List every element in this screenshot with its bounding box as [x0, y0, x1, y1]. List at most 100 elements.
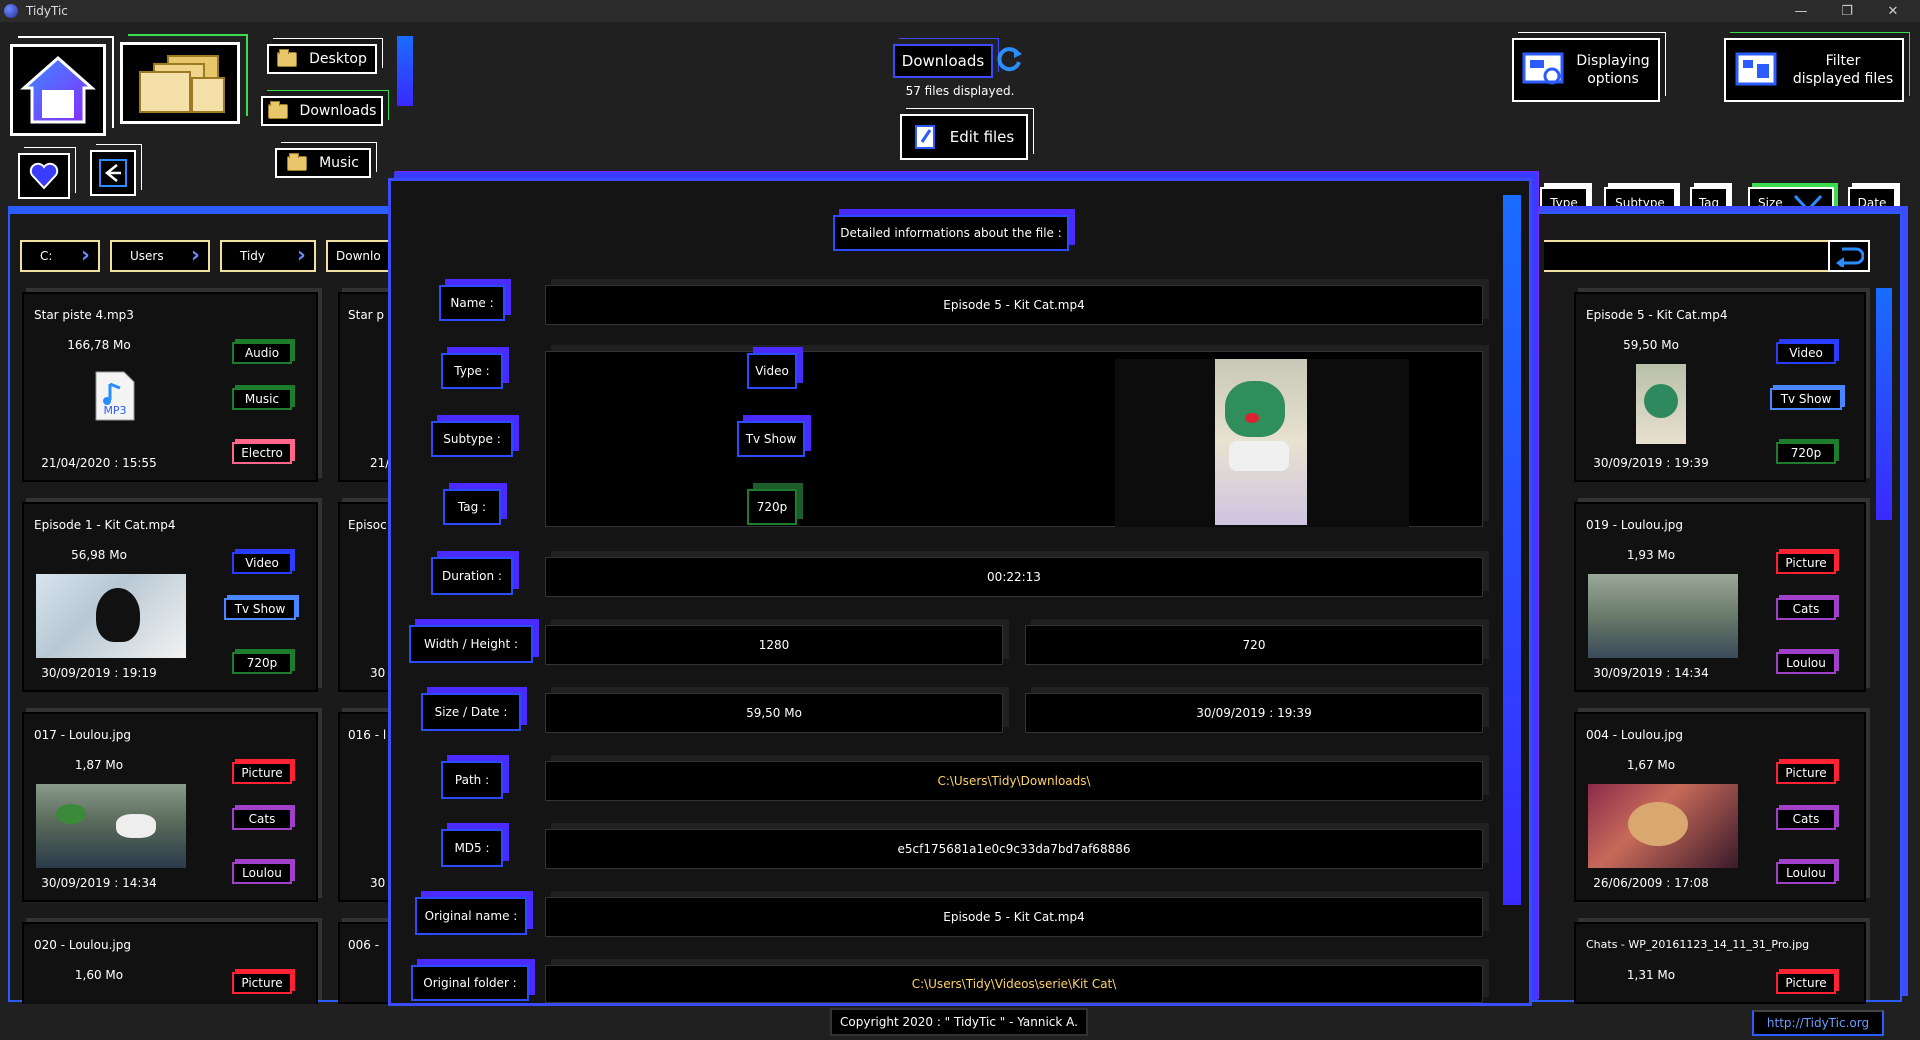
tag-button[interactable]: Video [232, 552, 292, 574]
nav-scrollbar[interactable] [397, 36, 413, 106]
file-card[interactable]: Episode 1 - Kit Cat.mp4 56,98 Mo 30/09/2… [22, 502, 318, 692]
tag-button[interactable]: Picture [232, 762, 292, 784]
value-path[interactable]: C:\Users\Tidy\Downloads\ [545, 761, 1483, 801]
tag-button[interactable]: Electro [232, 442, 292, 464]
displaying-options-button[interactable]: Displaying options [1512, 38, 1660, 102]
file-card[interactable]: Chats - WP_20161123_14_11_31_Pro.jpg 1,3… [1574, 922, 1866, 1004]
tag-button[interactable]: 720p [232, 652, 292, 674]
label-md5: MD5 : [441, 829, 503, 867]
tag-button[interactable]: Music [232, 388, 292, 410]
file-card[interactable]: 004 - Loulou.jpg 1,67 Mo 26/06/2009 : 17… [1574, 712, 1866, 902]
path-input[interactable] [1544, 240, 1830, 272]
label-path: Path : [441, 761, 503, 799]
file-size: 1,93 Mo [1626, 548, 1676, 562]
maximize-button[interactable]: ❐ [1824, 0, 1870, 22]
tag-button[interactable]: Tv Show [224, 598, 296, 620]
tag-button[interactable]: Picture [1776, 552, 1836, 574]
file-name: 004 - Loulou.jpg [1586, 728, 1683, 742]
breadcrumb-item[interactable]: Downlo [326, 240, 388, 272]
folder-icon [267, 100, 288, 119]
modal-scrollbar[interactable] [1503, 195, 1521, 905]
file-date: 30/09/2019 : 19:39 [1593, 456, 1709, 470]
tag-button[interactable]: Loulou [1776, 862, 1836, 884]
value-type[interactable]: Video [747, 353, 797, 389]
value-name[interactable]: Episode 5 - Kit Cat.mp4 [545, 285, 1483, 325]
tag-button[interactable]: Loulou [1776, 652, 1836, 674]
value-duration[interactable]: 00:22:13 [545, 557, 1483, 597]
edit-icon [914, 125, 935, 149]
app-icon [4, 4, 18, 18]
value-original-folder[interactable]: C:\Users\Tidy\Videos\serie\Kit Cat\ [545, 965, 1483, 1003]
copyright: Copyright 2020 : " TidyTic " - Yannick A… [830, 1008, 1088, 1036]
file-thumbnail [36, 574, 186, 658]
close-button[interactable]: ✕ [1870, 0, 1916, 22]
file-card[interactable]: Star piste 4.mp3 166,78 Mo MP3 21/04/202… [22, 292, 318, 482]
breadcrumb-item[interactable]: Users › [110, 240, 210, 272]
file-name: Episoc [348, 518, 387, 532]
nav-downloads-button[interactable]: Downloads [261, 96, 383, 126]
filter-button[interactable]: Filter displayed files [1724, 38, 1904, 102]
file-name: 019 - Loulou.jpg [1586, 518, 1683, 532]
file-card[interactable]: 019 - Loulou.jpg 1,93 Mo 30/09/2019 : 14… [1574, 502, 1866, 692]
tag-button[interactable]: Audio [232, 342, 292, 364]
label-width-height: Width / Height : [409, 625, 533, 663]
file-date: 30/09/2019 : 19:19 [41, 666, 157, 680]
breadcrumb-label: Users [130, 249, 164, 263]
label-subtype: Subtype : [431, 421, 513, 457]
label-tag: Tag : [443, 489, 501, 525]
tag-button[interactable]: Tv Show [1770, 388, 1842, 410]
home-button[interactable] [10, 44, 106, 136]
file-name: Star piste 4.mp3 [34, 308, 134, 322]
tag-button[interactable]: 720p [1776, 442, 1836, 464]
value-original-name[interactable]: Episode 5 - Kit Cat.mp4 [545, 897, 1483, 937]
value-md5[interactable]: e5cf175681a1e0c9c33da7bd7af68886 [545, 829, 1483, 869]
edit-files-button[interactable]: Edit files [900, 114, 1028, 160]
tag-button[interactable]: Video [1776, 342, 1836, 364]
value-date[interactable]: 30/09/2019 : 19:39 [1025, 693, 1483, 733]
value-height[interactable]: 720 [1025, 625, 1483, 665]
file-date: 30/09/2019 : 14:34 [41, 876, 157, 890]
nav-desktop-button[interactable]: Desktop [267, 44, 377, 74]
file-thumbnail [1636, 364, 1686, 444]
value-subtype[interactable]: Tv Show [737, 421, 805, 457]
displaying-options-line2: options [1587, 71, 1639, 87]
tag-button[interactable]: Picture [1776, 972, 1836, 994]
filter-line2: displayed files [1792, 71, 1894, 87]
current-folder-button[interactable]: Downloads [893, 44, 993, 78]
display-options-icon [1522, 52, 1564, 85]
file-date: 21/04/2020 : 15:55 [41, 456, 157, 470]
label-size-date: Size / Date : [421, 693, 521, 731]
edit-files-label: Edit files [949, 128, 1015, 146]
value-width[interactable]: 1280 [545, 625, 1003, 665]
website-link[interactable]: http://TidyTic.org [1752, 1010, 1884, 1036]
refresh-icon[interactable] [994, 44, 1024, 74]
folders-icon [139, 55, 225, 113]
breadcrumb-item[interactable]: Tidy › [220, 240, 316, 272]
minimize-button[interactable]: — [1778, 0, 1824, 22]
path-back-button[interactable] [1828, 240, 1870, 272]
files-scrollbar[interactable] [1876, 288, 1892, 520]
tag-button[interactable]: Picture [1776, 762, 1836, 784]
file-date: 30 [370, 876, 386, 890]
breadcrumb-item[interactable]: C: › [20, 240, 100, 272]
file-name: 016 - l [348, 728, 387, 742]
tag-button[interactable]: Cats [1776, 808, 1836, 830]
tag-button[interactable]: Picture [232, 972, 292, 994]
tag-button[interactable]: Loulou [232, 862, 292, 884]
nav-desktop-label: Desktop [309, 51, 367, 67]
file-card[interactable]: 017 - Loulou.jpg 1,87 Mo 30/09/2019 : 14… [22, 712, 318, 902]
tag-button[interactable]: Cats [1776, 598, 1836, 620]
files-explorer-button[interactable] [120, 42, 240, 124]
modal-title: Detailed informations about the file : [833, 215, 1069, 251]
undo-icon [1836, 247, 1864, 267]
value-size[interactable]: 59,50 Mo [545, 693, 1003, 733]
back-button[interactable] [90, 150, 136, 196]
value-tag[interactable]: 720p [747, 489, 797, 525]
video-thumbnail[interactable] [1215, 359, 1307, 525]
breadcrumb-label: Downlo [336, 249, 381, 263]
file-card[interactable]: 020 - Loulou.jpg 1,60 Mo Picture [22, 922, 318, 1004]
tag-button[interactable]: Cats [232, 808, 292, 830]
file-card[interactable]: Episode 5 - Kit Cat.mp4 59,50 Mo 30/09/2… [1574, 292, 1866, 482]
nav-music-button[interactable]: Music [275, 148, 371, 178]
favorites-button[interactable] [18, 153, 70, 199]
